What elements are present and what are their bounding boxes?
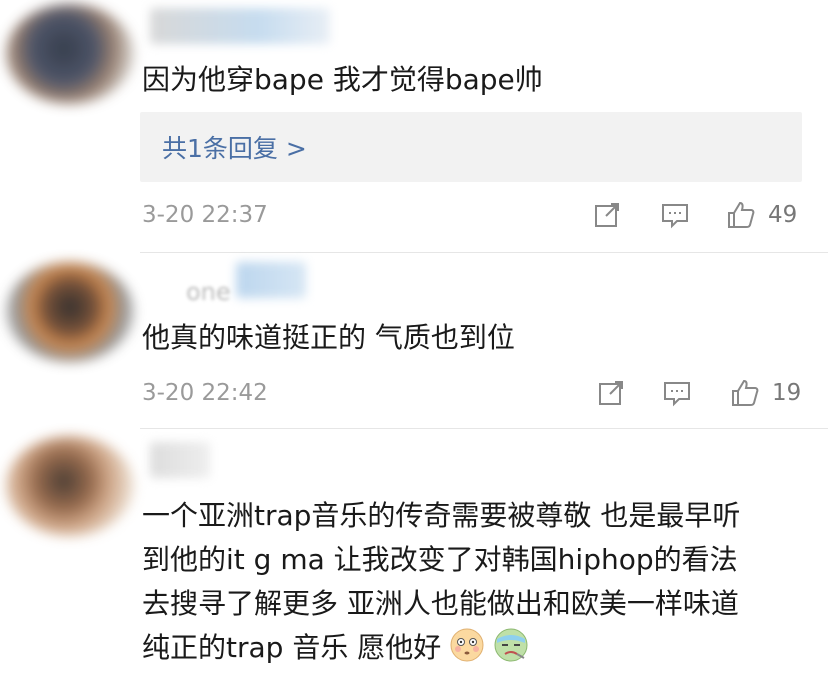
comment-text-line: 一个亚洲trap音乐的传奇需要被尊敬 也是最早听 bbox=[142, 499, 741, 532]
comment-meta: 3-20 22:42 19 bbox=[0, 376, 828, 416]
comment-text: 因为他穿bape 我才觉得bape帅 bbox=[142, 63, 543, 96]
comment-text-line: 去搜寻了解更多 亚洲人也能做出和欧美一样味道 bbox=[142, 587, 739, 620]
share-icon[interactable] bbox=[596, 378, 626, 408]
comment-icon[interactable] bbox=[662, 378, 692, 408]
divider bbox=[140, 428, 828, 429]
comment-text-last-line: 纯正的trap 音乐 愿他好 bbox=[142, 626, 529, 670]
timestamp: 3-20 22:37 bbox=[142, 202, 268, 228]
username-fragment: one bbox=[186, 278, 231, 306]
thumbs-up-icon[interactable] bbox=[730, 378, 760, 408]
thumbs-up-icon[interactable] bbox=[726, 200, 756, 230]
avatar[interactable] bbox=[6, 436, 134, 536]
username-blurred[interactable] bbox=[150, 442, 210, 478]
like-count: 19 bbox=[772, 380, 802, 406]
username-blurred[interactable] bbox=[150, 8, 330, 44]
sick-face-emoji bbox=[494, 628, 528, 662]
flushed-face-emoji bbox=[450, 628, 484, 662]
username-blurred[interactable] bbox=[236, 262, 306, 298]
reply-box[interactable]: 共1条回复 > bbox=[140, 112, 802, 182]
avatar[interactable] bbox=[6, 4, 134, 104]
comment-text-line: 纯正的trap 音乐 愿他好 bbox=[142, 631, 442, 664]
timestamp: 3-20 22:42 bbox=[142, 380, 268, 406]
divider bbox=[140, 252, 828, 253]
comment-meta: 3-20 22:37 49 bbox=[0, 198, 828, 238]
comment-icon[interactable] bbox=[660, 200, 690, 230]
comment-text-line: 到他的it g ma 让我改变了对韩国hiphop的看法 bbox=[142, 543, 738, 576]
like-count: 49 bbox=[768, 202, 798, 228]
view-replies-link[interactable]: 共1条回复 > bbox=[162, 129, 307, 165]
avatar[interactable] bbox=[6, 262, 134, 362]
share-icon[interactable] bbox=[592, 200, 622, 230]
comment-text: 他真的味道挺正的 气质也到位 bbox=[142, 321, 515, 354]
